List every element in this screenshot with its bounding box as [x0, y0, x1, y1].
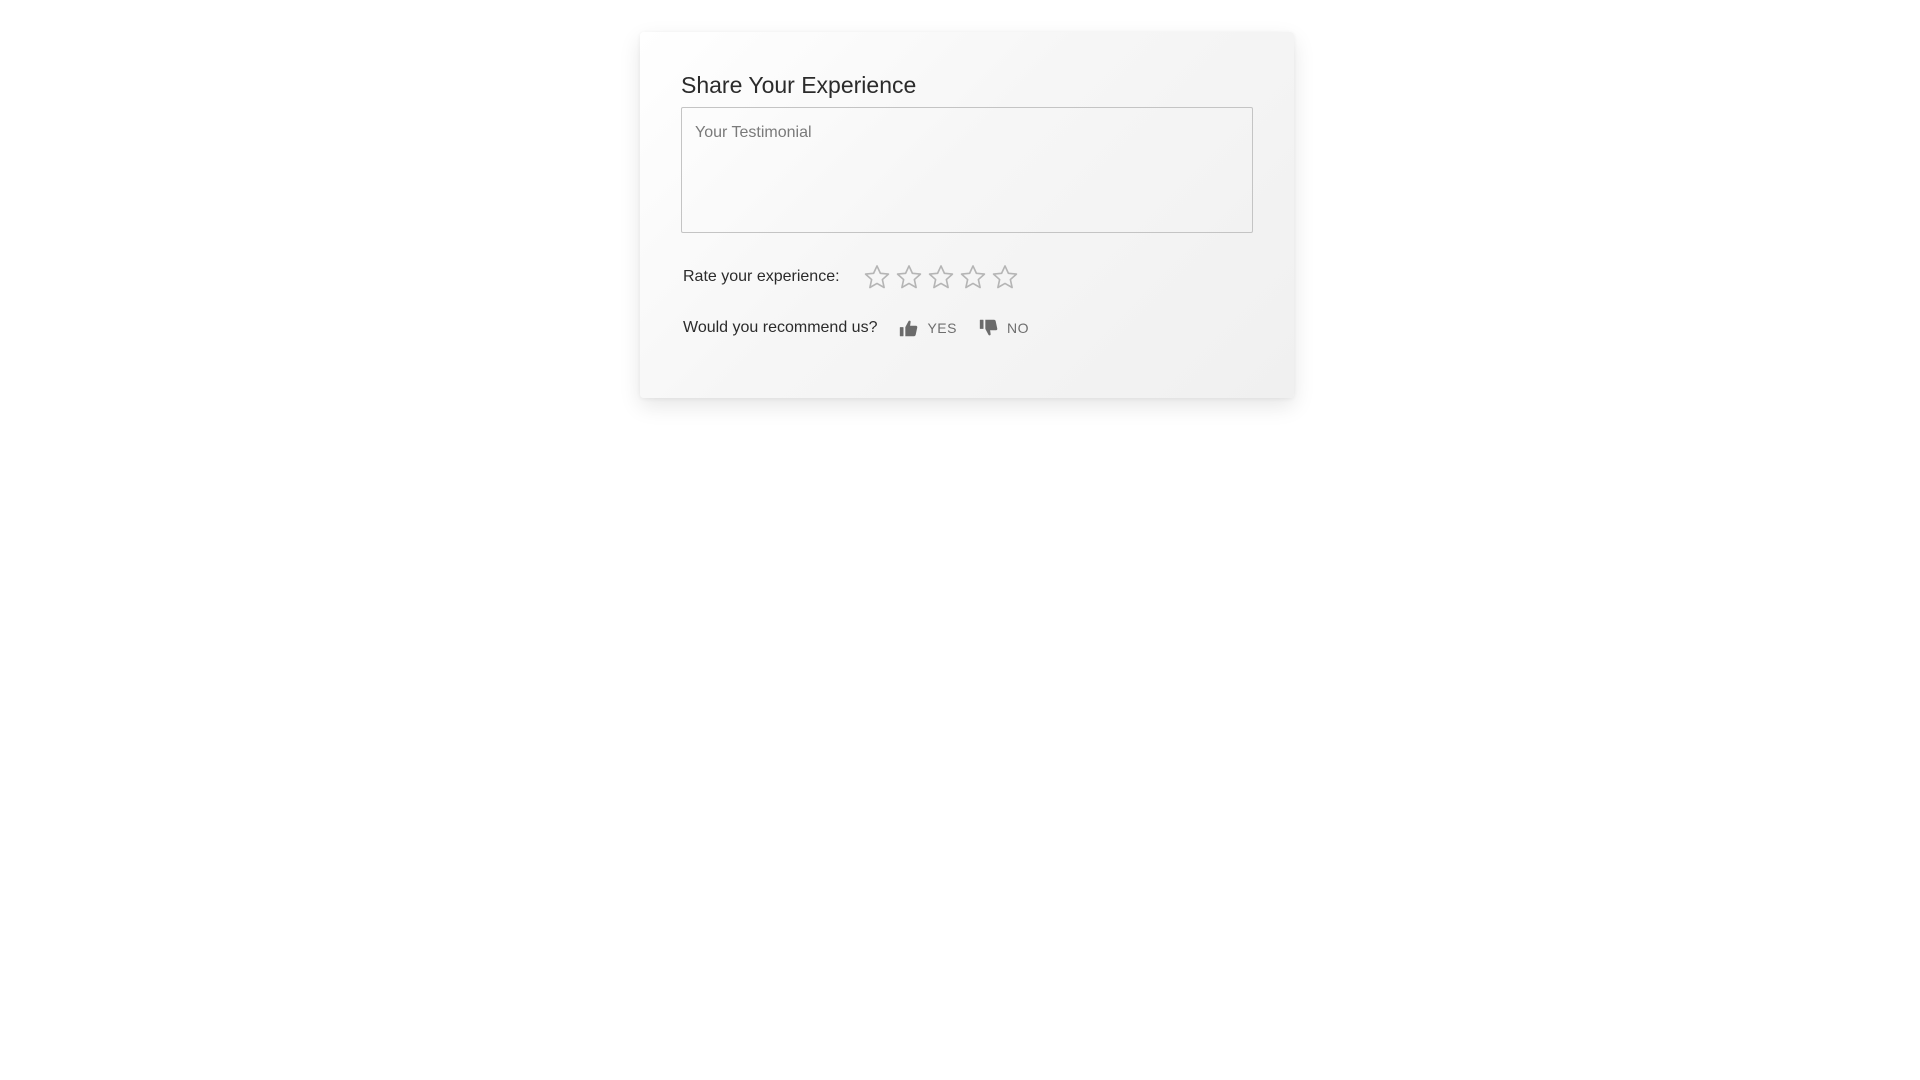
recommend-no-button[interactable]: NO [978, 317, 1029, 339]
rating-row: Rate your experience: [683, 261, 1253, 293]
rating-label: Rate your experience: [683, 268, 840, 285]
recommend-row: Would you recommend us? YES NO [683, 312, 1253, 344]
testimonial-textarea[interactable] [681, 107, 1253, 233]
recommend-yes-button[interactable]: YES [898, 317, 957, 339]
thumbs-up-icon [900, 320, 918, 337]
recommend-label: Would you recommend us? [683, 319, 878, 336]
star-4-icon[interactable] [957, 261, 989, 293]
star-5-icon[interactable] [989, 261, 1021, 293]
recommend-no-label: NO [1006, 320, 1029, 336]
thumbs-down-icon [979, 319, 998, 336]
recommend-yes-label: YES [927, 320, 957, 336]
star-2-icon[interactable] [893, 261, 925, 293]
star-1-icon[interactable] [861, 261, 893, 293]
testimonial-card: Share Your Experience Rate your experien… [640, 32, 1294, 398]
star-rating [861, 261, 1021, 293]
form-title: Share Your Experience [681, 72, 917, 98]
star-3-icon[interactable] [925, 261, 957, 293]
